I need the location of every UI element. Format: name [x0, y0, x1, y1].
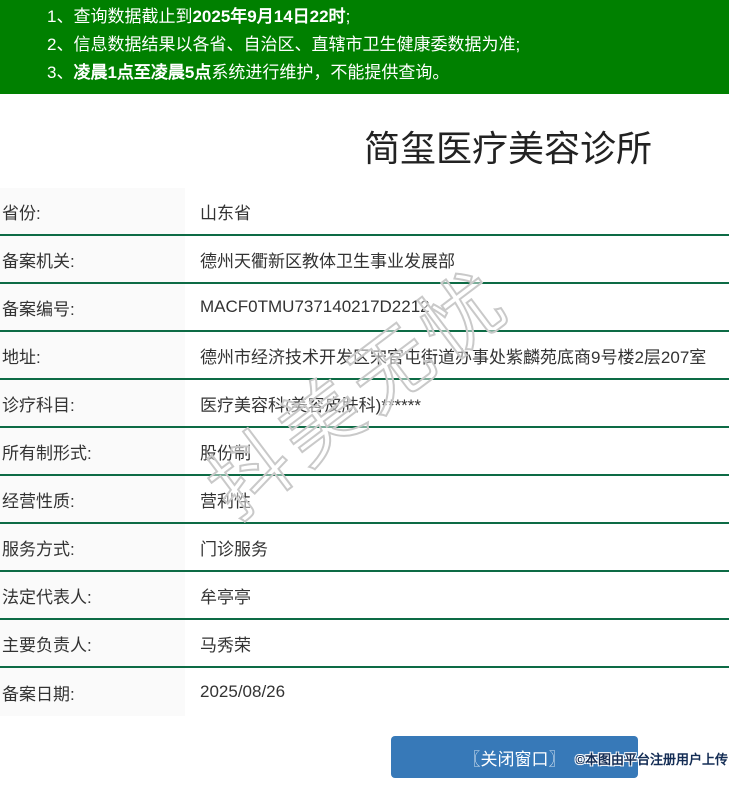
row-label: 省份: — [0, 188, 185, 234]
row-value: 营利性 — [200, 491, 251, 511]
row-label: 经营性质: — [0, 476, 185, 522]
notice-text-bold: 2025年9月14日22时 — [192, 7, 346, 26]
row-value: 德州天衢新区教体卫生事业发展部 — [200, 251, 455, 271]
row-label: 法定代表人: — [0, 572, 185, 618]
table-row: 经营性质: 营利性 — [0, 476, 729, 524]
copyright-note: ©本图由平台注册用户上传 — [575, 752, 728, 767]
info-table: 省份: 山东省 备案机关: 德州天衢新区教体卫生事业发展部 备案编号: MACF… — [0, 188, 729, 716]
table-row: 主要负责人: 马秀荣 — [0, 620, 729, 668]
row-label: 备案日期: — [0, 668, 185, 716]
row-label: 服务方式: — [0, 524, 185, 570]
row-value: 医疗美容科(美容皮肤科)****** — [200, 395, 422, 415]
row-value: 德州市经济技术开发区宋官屯街道办事处紫麟苑底商9号楼2层207室 — [200, 347, 707, 367]
row-label: 所有制形式: — [0, 428, 185, 474]
row-label: 备案编号: — [0, 284, 185, 330]
row-value: 门诊服务 — [200, 539, 268, 559]
row-label: 诊疗科目: — [0, 380, 185, 426]
row-label: 地址: — [0, 332, 185, 378]
row-value: 马秀荣 — [200, 635, 251, 655]
table-row: 备案编号: MACF0TMU737140217D2212 — [0, 284, 729, 332]
row-value: 牟亭亭 — [200, 587, 251, 607]
notice-number: 1、 — [47, 7, 74, 26]
table-row: 备案日期: 2025/08/26 — [0, 668, 729, 716]
notice-text-bold: 凌晨1点至凌晨5点 — [73, 63, 212, 82]
notice-item: 3、凌晨1点至凌晨5点系统进行维护，不能提供查询。 — [47, 59, 729, 87]
row-value: 股份制 — [200, 443, 251, 463]
row-label: 主要负责人: — [0, 620, 185, 666]
row-value: 2025/08/26 — [200, 682, 286, 701]
page-title: 简玺医疗美容诊所 — [364, 128, 653, 169]
notice-number: 2、 — [47, 35, 74, 54]
footer: 〖关闭窗口〗 ©本图由平台注册用户上传 — [0, 736, 729, 790]
notice-text: ; — [345, 7, 351, 26]
notice-text: 信息数据结果以各省、自治区、直辖市卫生健康委数据为准; — [73, 35, 521, 54]
table-row: 备案机关: 德州天衢新区教体卫生事业发展部 — [0, 236, 729, 284]
notice-bar: 1、查询数据截止到2025年9月14日22时; 2、信息数据结果以各省、自治区、… — [0, 0, 729, 94]
notice-text: 查询数据截止到 — [73, 7, 193, 26]
table-row: 所有制形式: 股份制 — [0, 428, 729, 476]
notice-text: 系统进行维护，不能提供查询。 — [211, 63, 450, 82]
table-row: 法定代表人: 牟亭亭 — [0, 572, 729, 620]
table-row: 服务方式: 门诊服务 — [0, 524, 729, 572]
notice-number: 3、 — [47, 63, 74, 82]
row-value: MACF0TMU737140217D2212 — [200, 297, 430, 316]
notice-item: 1、查询数据截止到2025年9月14日22时; — [47, 3, 729, 31]
table-row: 省份: 山东省 — [0, 188, 729, 236]
table-row: 地址: 德州市经济技术开发区宋官屯街道办事处紫麟苑底商9号楼2层207室 — [0, 332, 729, 380]
row-value: 山东省 — [200, 203, 251, 223]
row-label: 备案机关: — [0, 236, 185, 282]
notice-item: 2、信息数据结果以各省、自治区、直辖市卫生健康委数据为准; — [47, 31, 729, 59]
table-row: 诊疗科目: 医疗美容科(美容皮肤科)****** — [0, 380, 729, 428]
